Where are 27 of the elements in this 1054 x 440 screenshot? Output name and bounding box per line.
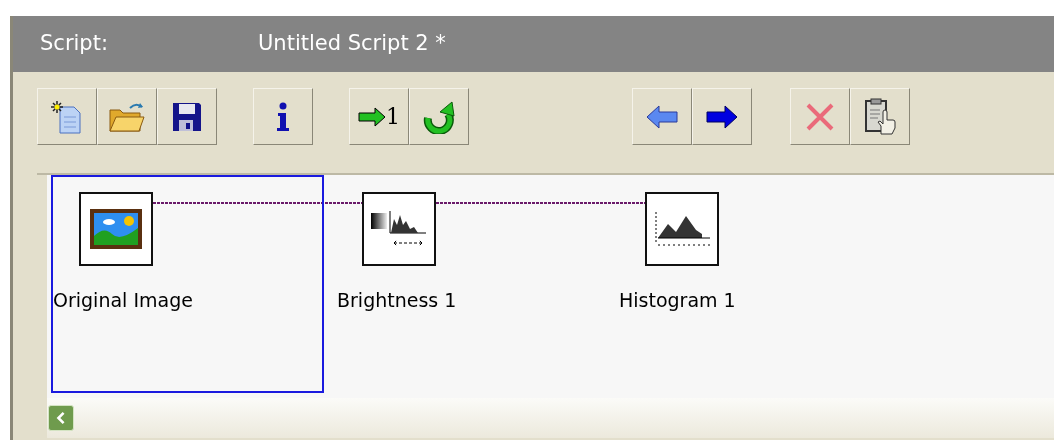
new-button[interactable] xyxy=(37,88,97,145)
step-label: Histogram 1 xyxy=(619,288,736,313)
right-arrow-icon xyxy=(705,103,739,130)
step-label: Original Image xyxy=(53,288,193,313)
left-arrow-icon xyxy=(645,103,679,130)
run-button[interactable] xyxy=(409,88,469,145)
brightness-step-node[interactable] xyxy=(362,192,436,266)
new-document-icon xyxy=(50,98,84,135)
forward-button[interactable] xyxy=(692,88,752,145)
back-button[interactable] xyxy=(632,88,692,145)
histogram-step-node[interactable] xyxy=(645,192,719,266)
info-icon xyxy=(275,101,291,132)
script-label: Script: xyxy=(40,30,109,58)
run-step-button[interactable]: 1 xyxy=(349,88,409,145)
step-label: Brightness 1 xyxy=(337,288,457,313)
step-count: 1 xyxy=(386,103,400,131)
clipboard-hand-icon xyxy=(863,97,897,136)
save-button[interactable] xyxy=(157,88,217,145)
landscape-icon xyxy=(89,208,143,250)
right-arrow-icon xyxy=(358,106,386,127)
chevron-left-icon xyxy=(55,410,67,426)
clipboard-button[interactable] xyxy=(850,88,910,145)
image-step-node[interactable] xyxy=(79,192,153,266)
script-title: Untitled Script 2 * xyxy=(258,30,446,58)
info-button[interactable] xyxy=(253,88,313,145)
close-icon xyxy=(805,101,835,132)
scroll-left-button[interactable] xyxy=(48,405,74,431)
